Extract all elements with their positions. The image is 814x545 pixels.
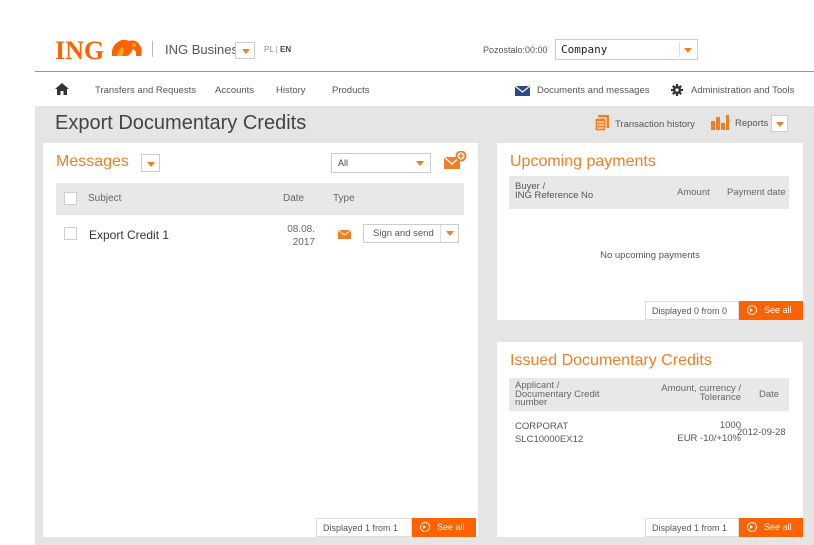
row-date: 2012-09-28 [737, 427, 786, 438]
header-separator [152, 41, 153, 57]
col-amount: Amount [677, 187, 710, 198]
messages-filter-select[interactable]: All [331, 153, 431, 173]
product-name: ING Business [165, 42, 245, 57]
product-dropdown[interactable] [235, 42, 255, 59]
lion-logo-icon [111, 39, 142, 56]
row-amount: 1000 EUR -10/+10% [635, 419, 741, 445]
select-all-checkbox[interactable] [64, 192, 77, 205]
messages-see-all-button[interactable]: See all [412, 518, 476, 537]
chevron-down-icon[interactable] [440, 225, 458, 242]
row-date-line2: 2017 [292, 237, 315, 248]
col-buyer: Buyer / ING Reference No [515, 182, 594, 201]
messages-count: Displayed 1 from 1 [316, 518, 412, 537]
sign-and-send-label: Sign and send [373, 228, 434, 239]
col-subject: Subject [88, 193, 122, 204]
row-currency-tolerance: EUR -10/+10% [677, 433, 741, 444]
new-message-icon[interactable] [443, 151, 467, 171]
envelope-icon [338, 230, 351, 239]
col-applicant: Applicant / Documentary Credit number [515, 381, 599, 408]
lang-en[interactable]: EN [280, 45, 291, 54]
play-circle-icon [747, 522, 757, 532]
row-checkbox[interactable] [64, 227, 77, 240]
language-switch: PL | EN [264, 45, 291, 54]
row-date-line1: 08.08. [287, 224, 315, 235]
bar-chart-icon [711, 115, 729, 130]
row-date: 08.08. 2017 [275, 223, 315, 249]
col-buyer-line2: ING Reference No [515, 190, 594, 201]
messages-footer: Displayed 1 from 1 See all [316, 518, 476, 537]
see-all-label: See all [764, 305, 792, 315]
issued-count: Displayed 1 from 1 [645, 518, 739, 537]
messages-panel: Messages All Subject Date Type Export Cr… [43, 143, 478, 537]
row-amount-value: 1000 [719, 420, 741, 431]
see-all-label: See all [764, 522, 792, 532]
row-applicant-name: CORPORAT [515, 421, 569, 432]
transaction-history-label: Transaction history [615, 119, 695, 130]
ing-logo[interactable]: ING [55, 36, 104, 66]
col-issued-date: Date [759, 389, 780, 400]
page-title: Export Documentary Credits [55, 112, 307, 134]
document-icon [595, 115, 609, 131]
top-bar: ING ING Business PL | EN Pozostalo:00:00… [35, 14, 814, 72]
see-all-label: See all [437, 522, 465, 532]
messages-title: Messages [56, 153, 129, 170]
col-amount-line2: Tolerance [699, 392, 741, 403]
page-content: Export Documentary Credits Transaction h… [35, 106, 814, 545]
upcoming-footer: Displayed 0 from 0 See all [645, 301, 803, 320]
reports-dropdown[interactable] [771, 115, 788, 132]
sign-and-send-button[interactable]: Sign and send [363, 224, 459, 243]
company-select[interactable]: Company [555, 39, 698, 60]
envelope-icon [515, 86, 530, 96]
nav-admin[interactable]: Administration and Tools [691, 85, 794, 96]
nav-history[interactable]: History [276, 85, 306, 96]
chevron-down-icon[interactable] [413, 156, 427, 170]
issued-title: Issued Documentary Credits [510, 352, 712, 369]
play-circle-icon [747, 305, 757, 315]
nav-transfers[interactable]: Transfers and Requests [95, 85, 196, 96]
messages-dropdown[interactable] [141, 154, 160, 172]
nav-products[interactable]: Products [332, 85, 370, 96]
row-applicant: CORPORAT SLC10000EX12 [515, 420, 583, 446]
session-timer: Pozostalo:00:00 [483, 45, 548, 55]
col-date: Date [283, 193, 305, 204]
issued-see-all-button[interactable]: See all [739, 518, 803, 537]
company-select-value: Company [561, 43, 608, 56]
issued-footer: Displayed 1 from 1 See all [645, 518, 803, 537]
row-credit-number[interactable]: SLC10000EX12 [515, 433, 583, 446]
app-window: ING ING Business PL | EN Pozostalo:00:00… [35, 14, 814, 545]
play-circle-icon [420, 522, 430, 532]
upcoming-table-header: Buyer / ING Reference No Amount Payment … [509, 176, 789, 209]
lang-pl[interactable]: PL [264, 45, 274, 54]
col-amount-currency: Amount, currency / Tolerance [635, 384, 741, 403]
col-type: Type [333, 193, 355, 204]
home-icon[interactable] [55, 83, 69, 95]
upcoming-empty-message: No upcoming payments [600, 250, 700, 261]
issued-table-header: Applicant / Documentary Credit number Am… [509, 378, 789, 411]
col-payment-date: Payment date [727, 187, 786, 198]
col-applicant-line3: number [515, 397, 548, 408]
row-subject[interactable]: Export Credit 1 [89, 228, 169, 242]
upcoming-see-all-button[interactable]: See all [739, 301, 803, 320]
chevron-down-icon[interactable] [679, 42, 695, 57]
messages-table-header: Subject Date Type [56, 183, 464, 215]
reports-label: Reports [735, 118, 769, 129]
issued-credits-panel: Issued Documentary Credits Applicant / D… [497, 342, 803, 537]
nav-documents[interactable]: Documents and messages [537, 85, 649, 96]
upcoming-count: Displayed 0 from 0 [645, 301, 739, 320]
gear-icon [671, 84, 683, 96]
main-nav: Transfers and Requests Accounts History … [35, 73, 814, 106]
upcoming-payments-panel: Upcoming payments Buyer / ING Reference … [497, 143, 803, 320]
upcoming-title: Upcoming payments [510, 153, 656, 170]
messages-filter-value: All [338, 158, 349, 168]
lang-separator: | [275, 45, 278, 54]
nav-accounts[interactable]: Accounts [215, 85, 254, 96]
